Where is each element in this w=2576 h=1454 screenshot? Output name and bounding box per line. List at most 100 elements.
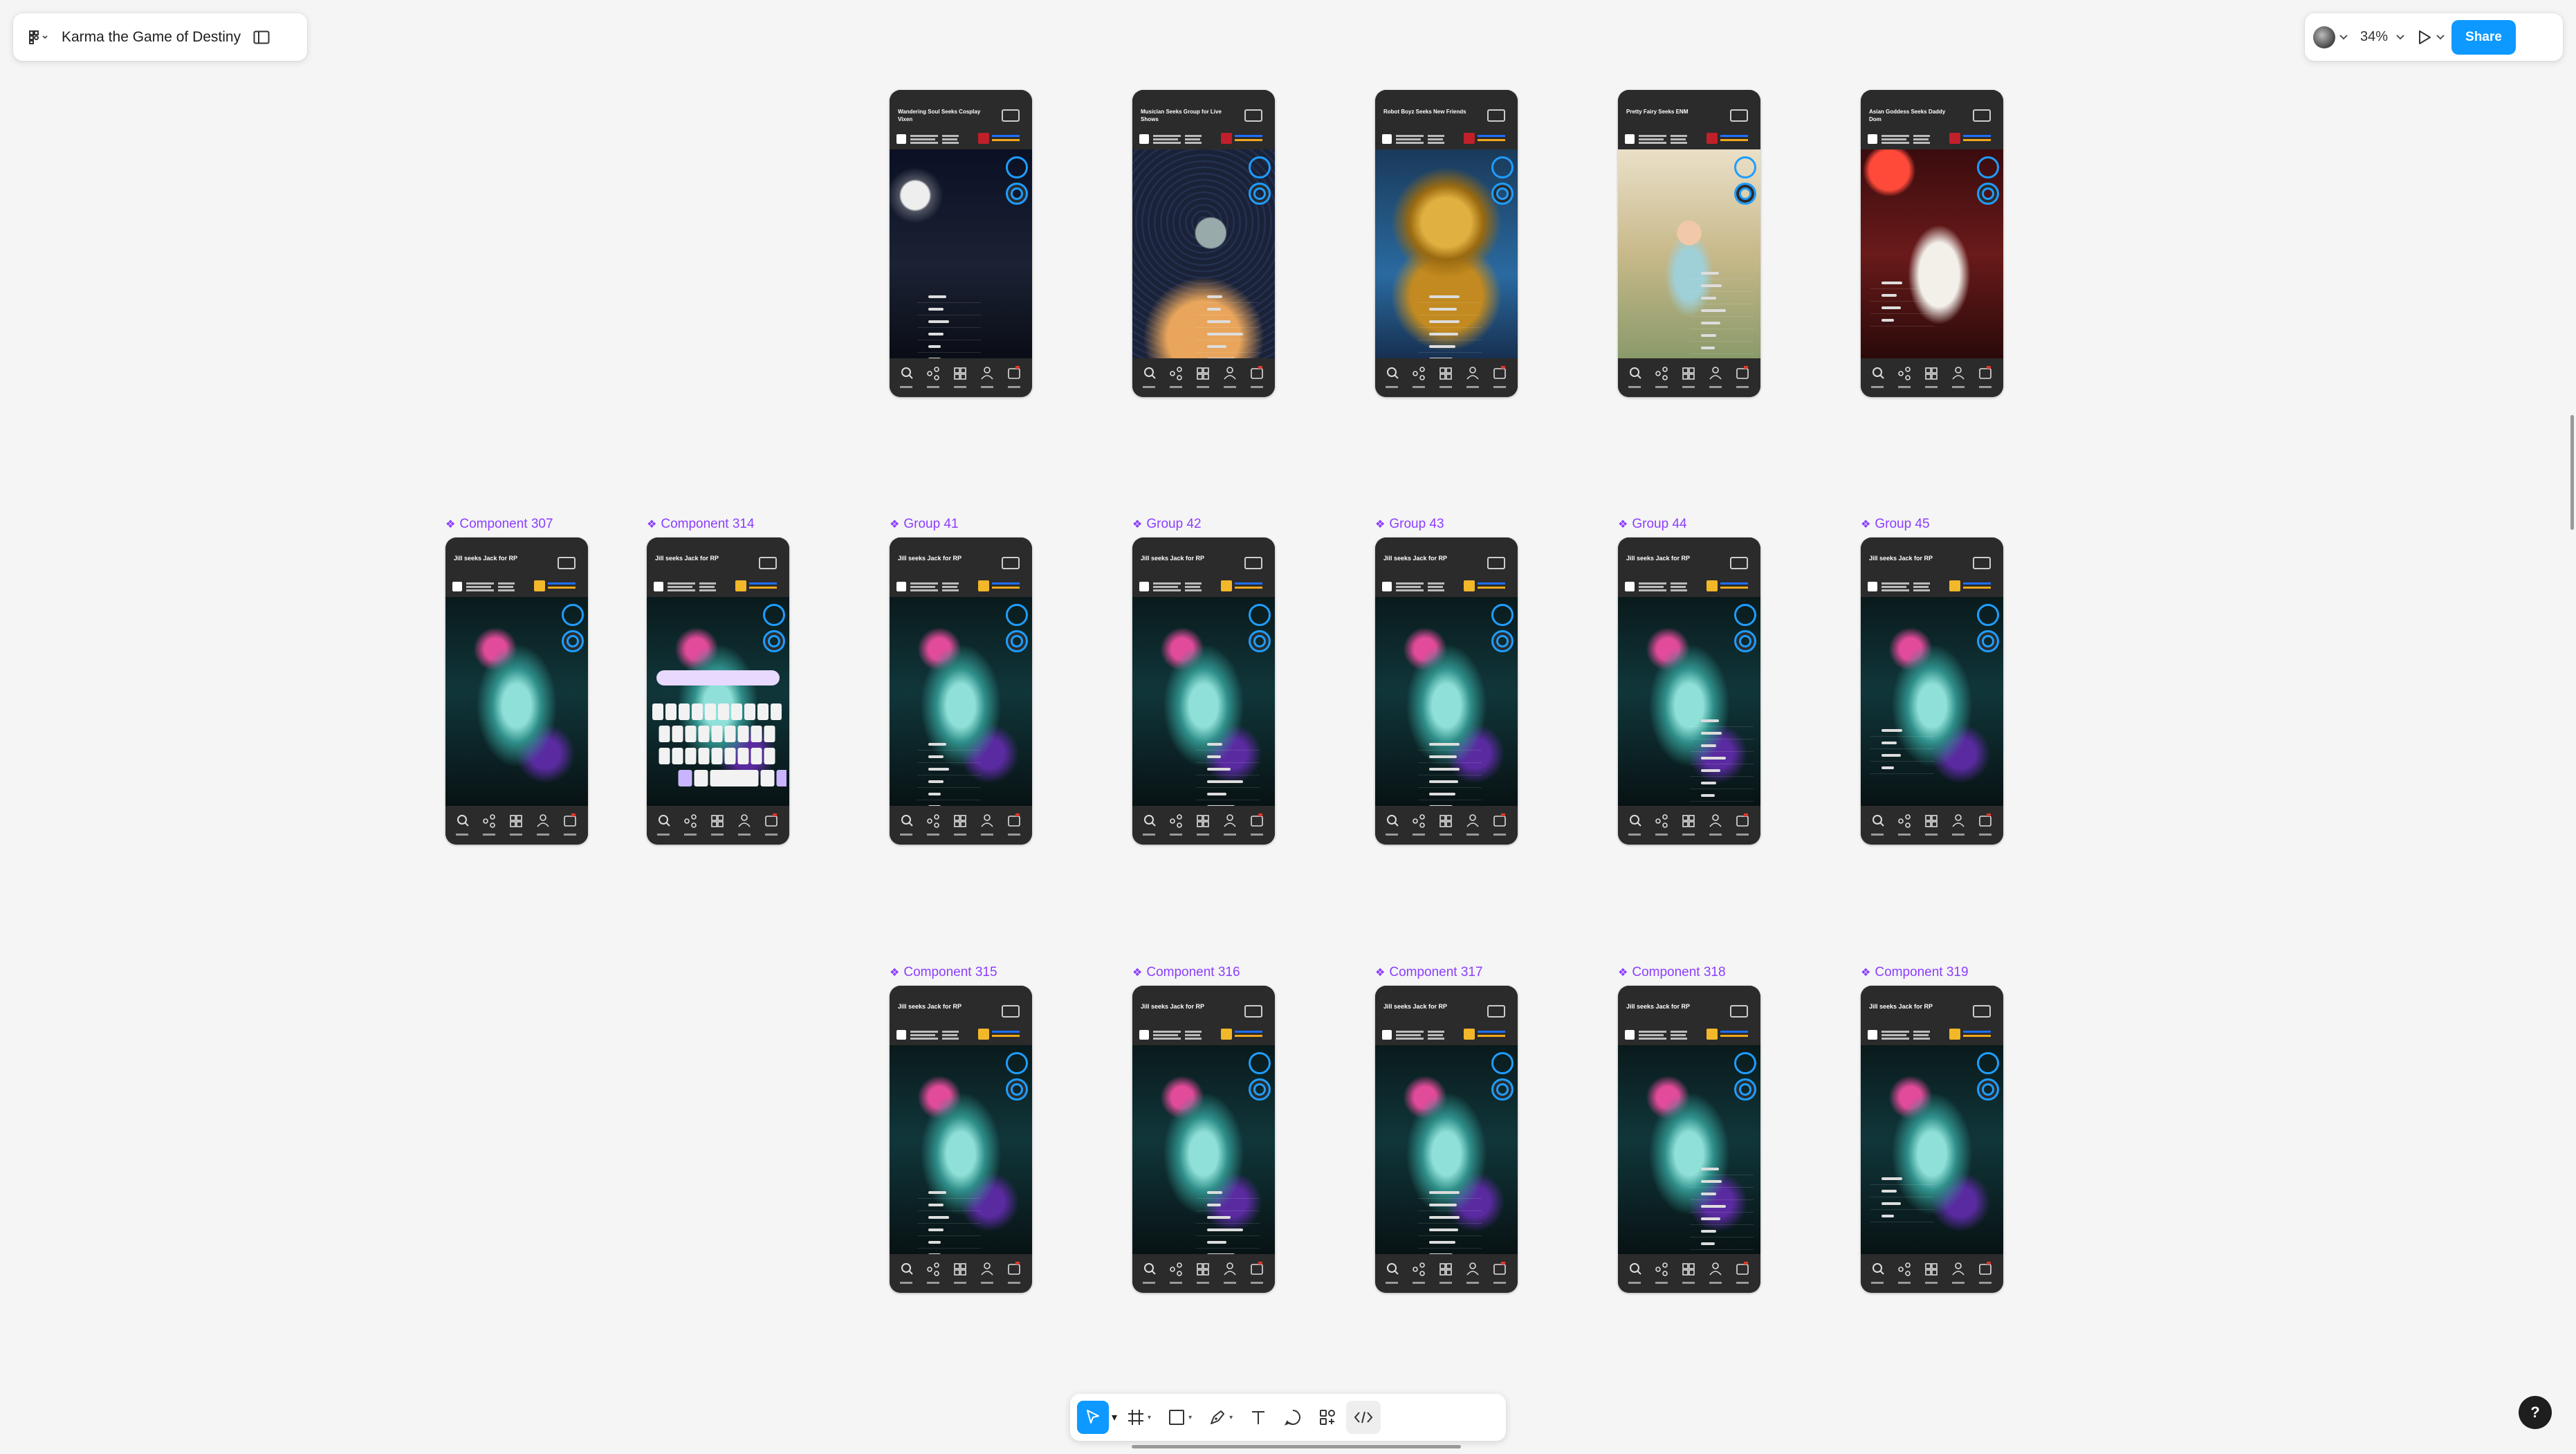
calendar-icon[interactable] <box>1493 366 1506 388</box>
phone-frame[interactable]: Jill seeks Jack for RP <box>1132 986 1275 1293</box>
menu-item[interactable] <box>1690 1213 1754 1225</box>
frame-label[interactable]: ❖ Component 317 <box>1375 965 1483 980</box>
bottom-nav[interactable] <box>1861 1254 2003 1293</box>
target-icon[interactable] <box>1006 1078 1028 1101</box>
menu-item[interactable] <box>1870 302 1934 314</box>
shape-tool[interactable]: ▾ <box>1161 1401 1199 1434</box>
phone-frame[interactable]: Wandering Soul Seeks Cosplay Vixen <box>890 90 1032 397</box>
menu-item[interactable] <box>1690 342 1754 354</box>
profile-icon[interactable] <box>1709 367 1722 388</box>
search-icon[interactable] <box>1386 815 1399 836</box>
target-icon[interactable] <box>562 630 584 652</box>
vertical-scrollbar[interactable] <box>2570 415 2574 530</box>
radar-ring-icon[interactable] <box>1734 1052 1756 1074</box>
card-icon[interactable] <box>1487 109 1505 122</box>
present-button[interactable] <box>2417 29 2445 46</box>
share-icon[interactable] <box>1170 367 1182 388</box>
search-icon[interactable] <box>1628 815 1641 836</box>
keyboard-key[interactable] <box>737 748 749 764</box>
menu-item[interactable] <box>1196 1186 1260 1199</box>
pen-tool[interactable]: ▾ <box>1202 1401 1240 1434</box>
share-icon[interactable] <box>927 814 939 836</box>
frame-label[interactable]: ❖ Group 45 <box>1861 517 1930 532</box>
bottom-nav[interactable] <box>890 806 1032 845</box>
share-icon[interactable] <box>1413 1262 1425 1284</box>
search-icon[interactable] <box>1143 815 1156 836</box>
profile-icon[interactable] <box>981 1262 993 1284</box>
search-icon[interactable] <box>900 367 913 388</box>
menu-item[interactable] <box>1690 267 1754 279</box>
calendar-icon[interactable] <box>564 813 576 836</box>
card-icon[interactable] <box>1002 557 1020 569</box>
overlay-menu[interactable] <box>1418 738 1482 813</box>
frame-tool[interactable]: ▾ <box>1120 1401 1158 1434</box>
radar-ring-icon[interactable] <box>1249 604 1271 626</box>
menu-item[interactable] <box>1690 1188 1754 1200</box>
menu-item[interactable] <box>1418 1186 1482 1199</box>
keyboard-key[interactable] <box>679 703 690 720</box>
menu-item[interactable] <box>1690 317 1754 329</box>
bottom-nav[interactable] <box>1375 1254 1518 1293</box>
calendar-icon[interactable] <box>1251 1262 1263 1284</box>
help-button[interactable]: ? <box>2519 1396 2552 1429</box>
keyboard-key[interactable] <box>776 770 787 786</box>
profile-icon[interactable] <box>1224 367 1236 388</box>
menu-item[interactable] <box>1870 314 1934 326</box>
menu-item[interactable] <box>917 788 981 800</box>
search-icon[interactable] <box>456 815 469 836</box>
profile-icon[interactable] <box>1466 367 1479 388</box>
phone-frame[interactable]: Asian Goddess Seeks Daddy Dom <box>1861 90 2003 397</box>
menu-item[interactable] <box>1196 788 1260 800</box>
search-icon[interactable] <box>1628 1263 1641 1284</box>
search-icon[interactable] <box>1871 1263 1884 1284</box>
target-icon[interactable] <box>1491 1078 1514 1101</box>
menu-item[interactable] <box>1690 1163 1754 1175</box>
overlay-menu[interactable] <box>1690 1163 1754 1250</box>
radar-ring-icon[interactable] <box>562 604 584 626</box>
card-icon[interactable] <box>1002 1005 1020 1018</box>
profile-icon[interactable] <box>1952 814 1965 836</box>
overlay-menu[interactable] <box>917 738 981 813</box>
grid-icon[interactable] <box>1682 367 1695 388</box>
menu-item[interactable] <box>917 1224 981 1236</box>
calendar-icon[interactable] <box>1736 813 1749 836</box>
menu-item[interactable] <box>1196 1199 1260 1211</box>
menu-item[interactable] <box>1870 762 1934 774</box>
radar-ring-icon[interactable] <box>1977 156 1999 178</box>
profile-icon[interactable] <box>1224 814 1236 836</box>
menu-item[interactable] <box>917 738 981 751</box>
card-icon[interactable] <box>1973 557 1991 569</box>
phone-frame[interactable]: Jill seeks Jack for RP <box>1861 986 2003 1293</box>
bottom-nav[interactable] <box>1861 806 2003 845</box>
menu-item[interactable] <box>1418 738 1482 751</box>
menu-item[interactable] <box>1196 751 1260 763</box>
radar-ring-icon[interactable] <box>1977 1052 1999 1074</box>
menu-item[interactable] <box>1870 1210 1934 1222</box>
menu-item[interactable] <box>1690 1225 1754 1237</box>
menu-item[interactable] <box>917 328 981 340</box>
frame-label[interactable]: ❖ Group 41 <box>890 517 959 532</box>
menu-item[interactable] <box>1690 715 1754 727</box>
menu-item[interactable] <box>1690 752 1754 764</box>
profile-icon[interactable] <box>1952 1262 1965 1284</box>
profile-icon[interactable] <box>738 814 751 836</box>
target-icon[interactable] <box>1249 183 1271 205</box>
grid-icon[interactable] <box>1682 1263 1695 1284</box>
search-icon[interactable] <box>900 815 913 836</box>
profile-icon[interactable] <box>1709 814 1722 836</box>
card-icon[interactable] <box>1487 1005 1505 1018</box>
menu-item[interactable] <box>1418 328 1482 340</box>
keyboard-key[interactable] <box>757 703 769 720</box>
menu-item[interactable] <box>1870 1185 1934 1197</box>
search-input[interactable] <box>656 670 780 685</box>
calendar-icon[interactable] <box>1979 366 1991 388</box>
frame-label[interactable]: ❖ Group 42 <box>1132 517 1202 532</box>
card-icon[interactable] <box>1002 109 1020 122</box>
grid-icon[interactable] <box>1682 815 1695 836</box>
frame-label[interactable]: ❖ Group 43 <box>1375 517 1444 532</box>
phone-frame[interactable]: Jill seeks Jack for RP <box>890 537 1032 845</box>
overlay-menu[interactable] <box>1196 738 1260 813</box>
menu-item[interactable] <box>1690 329 1754 342</box>
profile-icon[interactable] <box>1224 1262 1236 1284</box>
grid-icon[interactable] <box>711 815 724 836</box>
